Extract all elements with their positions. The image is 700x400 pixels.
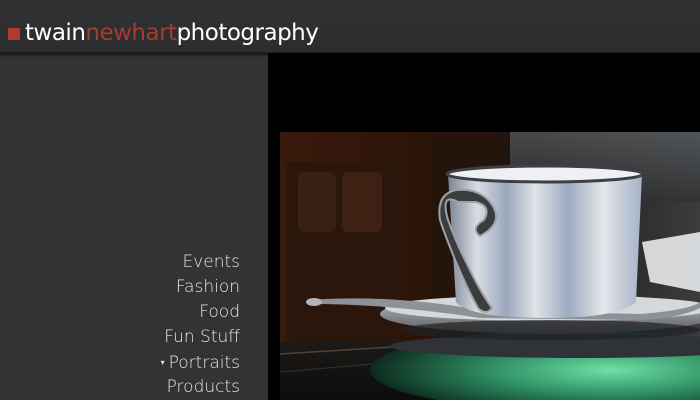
nav-item-label: Fashion [175, 277, 240, 297]
nav-item-events[interactable]: Events [161, 250, 240, 275]
caret-down-icon: ▾ [160, 358, 165, 367]
main-content [268, 53, 700, 400]
nav-item-label: Portraits [168, 353, 240, 373]
gallery-nav: Events Fashion Food Fun Stuff ▾ Portraits… [161, 250, 240, 400]
nav-item-fun-stuff[interactable]: Fun Stuff [161, 325, 240, 350]
nav-item-products[interactable]: Products [161, 375, 240, 400]
logo-word-twain: twain [25, 20, 86, 46]
logo-mark-icon [8, 27, 20, 40]
site-logo-link[interactable]: twainnewhartphotography [8, 18, 319, 48]
site-logo-text: twainnewhartphotography [25, 18, 319, 48]
coffee-cup-photo [280, 132, 700, 400]
nav-item-portraits[interactable]: ▾ Portraits [161, 350, 240, 375]
nav-item-label: Food [199, 302, 240, 322]
nav-item-food[interactable]: Food [161, 300, 240, 325]
sidebar: Events Fashion Food Fun Stuff ▾ Portraits… [0, 53, 268, 400]
logo-word-newhart: newhart [85, 20, 177, 46]
logo-word-photography: photography [176, 20, 319, 46]
featured-photo[interactable] [280, 132, 700, 400]
nav-item-fashion[interactable]: Fashion [161, 275, 240, 300]
nav-item-label: Fun Stuff [164, 327, 240, 347]
nav-item-label: Products [166, 377, 240, 397]
site-header: twainnewhartphotography [0, 0, 700, 53]
nav-item-label: Events [182, 252, 240, 272]
